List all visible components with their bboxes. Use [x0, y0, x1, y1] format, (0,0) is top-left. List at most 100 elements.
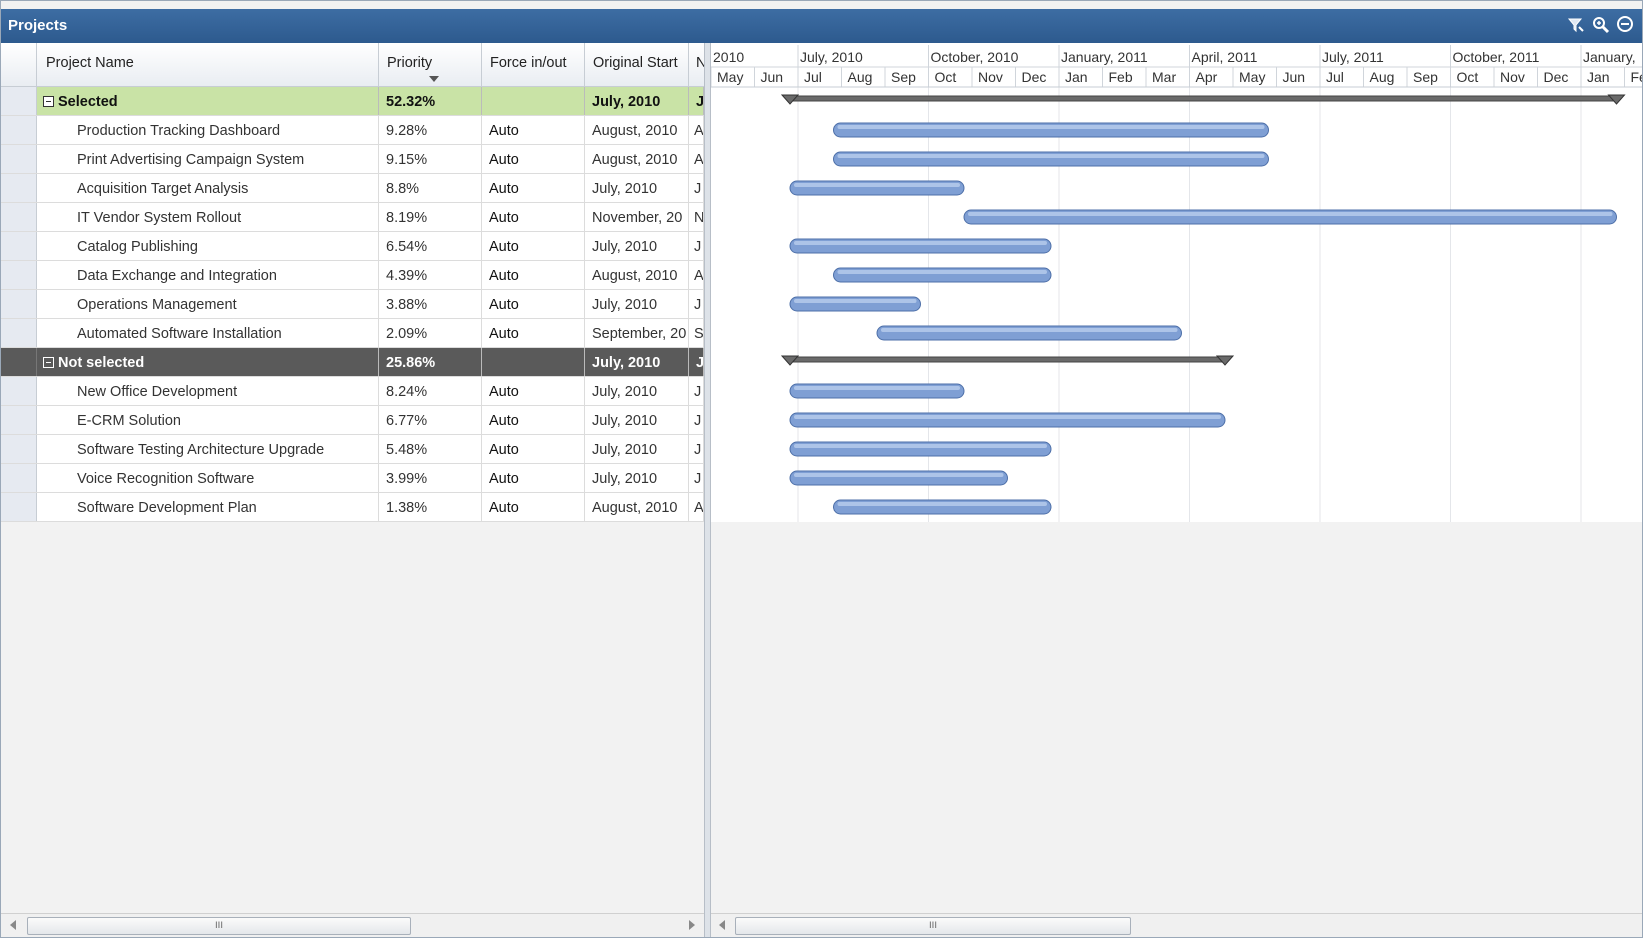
quarter-label: July, 2010	[800, 49, 863, 65]
project-next-cell: J	[689, 377, 704, 405]
month-label: Dec	[1544, 69, 1569, 85]
grid-scroll-thumb[interactable]: III	[27, 917, 411, 935]
row-selector[interactable]	[1, 406, 37, 434]
collapse-group-icon[interactable]	[43, 96, 54, 107]
table-row[interactable]: Production Tracking Dashboard 9.28% Auto Au…	[1, 116, 704, 145]
quarter-label: October, 2011	[1453, 49, 1540, 65]
column-header-original-start[interactable]: Original Start	[585, 43, 689, 87]
project-next-cell: J	[689, 290, 704, 318]
row-selector[interactable]	[1, 319, 37, 347]
group-next-cell: J	[689, 348, 704, 376]
project-priority-cell: 5.48%	[379, 435, 482, 463]
row-selector[interactable]	[1, 290, 37, 318]
project-grid: Project Name Priority Force in/out Origi…	[1, 43, 704, 913]
table-row[interactable]: Print Advertising Campaign System 9.15% Au…	[1, 145, 704, 174]
project-priority-cell: 4.39%	[379, 261, 482, 289]
month-label: Sep	[891, 69, 916, 85]
table-row[interactable]: Catalog Publishing 6.54% Auto July, 2010 J	[1, 232, 704, 261]
grid-horizontal-scrollbar[interactable]: III	[1, 913, 704, 937]
summary-bar[interactable]	[789, 95, 1617, 102]
project-name-cell: Software Development Plan	[37, 493, 379, 521]
table-row[interactable]: Software Testing Architecture Upgrade 5.4…	[1, 435, 704, 464]
month-label: Feb	[1109, 69, 1133, 85]
window-title: Projects	[8, 17, 68, 34]
table-row[interactable]: Voice Recognition Software 3.99% Auto July,…	[1, 464, 704, 493]
scroll-right-arrow-icon[interactable]	[689, 920, 695, 930]
project-bar-highlight	[837, 502, 1047, 506]
month-label: Jan	[1065, 69, 1088, 85]
group-row-selected[interactable]: Selected 52.32% July, 2010 J	[1, 87, 704, 116]
project-start-cell: July, 2010	[585, 174, 689, 202]
pane-splitter[interactable]	[704, 43, 711, 937]
project-force-cell: Auto	[482, 406, 585, 434]
month-label: Oct	[935, 69, 957, 85]
table-row[interactable]: Acquisition Target Analysis 8.8% Auto July,…	[1, 174, 704, 203]
project-name-cell: Automated Software Installation	[37, 319, 379, 347]
row-selector-header[interactable]	[1, 43, 37, 87]
project-priority-cell: 2.09%	[379, 319, 482, 347]
project-start-cell: August, 2010	[585, 116, 689, 144]
row-selector[interactable]	[1, 348, 37, 376]
project-start-cell: July, 2010	[585, 232, 689, 260]
table-row[interactable]: IT Vendor System Rollout 8.19% Auto Novembe…	[1, 203, 704, 232]
month-label: Fe	[1631, 69, 1643, 85]
row-selector[interactable]	[1, 174, 37, 202]
project-priority-cell: 3.99%	[379, 464, 482, 492]
group-priority-cell: 25.86%	[379, 348, 482, 376]
project-name-cell: Operations Management	[37, 290, 379, 318]
gantt-horizontal-scrollbar[interactable]: III	[711, 913, 1642, 937]
column-header-project-name[interactable]: Project Name	[37, 43, 379, 87]
table-row[interactable]: New Office Development 8.24% Auto July, 201…	[1, 377, 704, 406]
month-label: Oct	[1457, 69, 1479, 85]
project-bar-highlight	[794, 473, 1004, 477]
row-selector[interactable]	[1, 87, 37, 115]
row-selector[interactable]	[1, 464, 37, 492]
priority-header-label: Priority	[387, 55, 433, 71]
row-selector[interactable]	[1, 493, 37, 521]
row-selector[interactable]	[1, 145, 37, 173]
column-header-next[interactable]: N	[689, 43, 704, 87]
table-row[interactable]: Operations Management 3.88% Auto July, 2010…	[1, 290, 704, 319]
filter-icon[interactable]	[1566, 15, 1586, 35]
project-name-cell: IT Vendor System Rollout	[37, 203, 379, 231]
row-selector[interactable]	[1, 232, 37, 260]
group-label: Selected	[58, 94, 118, 110]
project-priority-cell: 3.88%	[379, 290, 482, 318]
project-name-cell: Data Exchange and Integration	[37, 261, 379, 289]
project-start-cell: July, 2010	[585, 290, 689, 318]
quarter-label: October, 2010	[931, 49, 1019, 65]
project-start-cell: July, 2010	[585, 377, 689, 405]
row-selector[interactable]	[1, 203, 37, 231]
collapse-group-icon[interactable]	[43, 357, 54, 368]
gantt-scroll-thumb[interactable]: III	[735, 917, 1131, 935]
row-selector[interactable]	[1, 435, 37, 463]
project-force-cell: Auto	[482, 319, 585, 347]
group-row-not-selected[interactable]: Not selected 25.86% July, 2010 J	[1, 348, 704, 377]
project-bar-highlight	[968, 212, 1613, 216]
summary-bar[interactable]	[789, 356, 1226, 363]
table-row[interactable]: Data Exchange and Integration 4.39% Auto Au…	[1, 261, 704, 290]
row-selector[interactable]	[1, 377, 37, 405]
column-header-force[interactable]: Force in/out	[482, 43, 585, 87]
project-priority-cell: 1.38%	[379, 493, 482, 521]
row-selector[interactable]	[1, 116, 37, 144]
project-next-cell: J	[689, 174, 704, 202]
table-row[interactable]: Automated Software Installation 2.09% Auto…	[1, 319, 704, 348]
project-name-cell: E-CRM Solution	[37, 406, 379, 434]
scroll-left-arrow-icon[interactable]	[10, 920, 16, 930]
month-label: Jan	[1587, 69, 1610, 85]
table-row[interactable]: Software Development Plan 1.38% Auto August…	[1, 493, 704, 522]
month-label: Jun	[1283, 69, 1306, 85]
project-next-cell: A	[689, 493, 704, 521]
gantt-scroll-left-arrow-icon[interactable]	[719, 920, 725, 930]
table-row[interactable]: E-CRM Solution 6.77% Auto July, 2010 J	[1, 406, 704, 435]
grid-header: Project Name Priority Force in/out Origi…	[1, 43, 704, 87]
project-force-cell: Auto	[482, 493, 585, 521]
row-selector[interactable]	[1, 261, 37, 289]
project-name-cell: Voice Recognition Software	[37, 464, 379, 492]
zoom-icon[interactable]	[1591, 15, 1611, 35]
group-next-cell: J	[689, 87, 704, 115]
project-priority-cell: 8.19%	[379, 203, 482, 231]
collapse-icon[interactable]	[1615, 15, 1642, 35]
project-bar-highlight	[794, 183, 960, 187]
